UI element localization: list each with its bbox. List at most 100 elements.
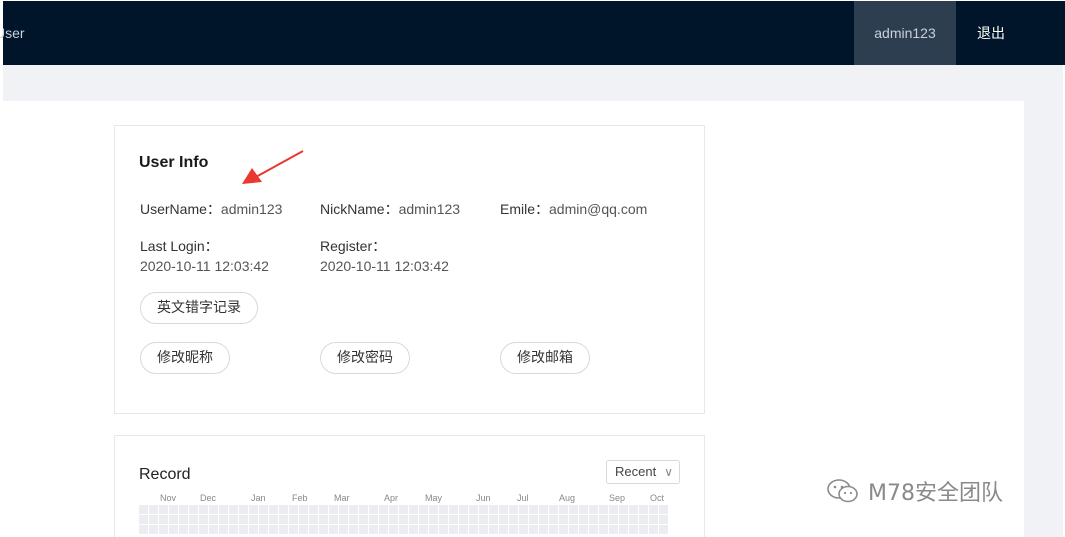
heatmap-cell	[419, 525, 428, 534]
heatmap-cell	[169, 505, 178, 514]
heatmap-cell	[629, 505, 638, 514]
heatmap-cell	[429, 505, 438, 514]
heatmap-cell	[509, 505, 518, 514]
heatmap-cell	[439, 515, 448, 524]
heatmap-cell	[459, 525, 468, 534]
heatmap-cell	[519, 515, 528, 524]
brand-text[interactable]: User	[0, 1, 25, 65]
heatmap-cell	[389, 505, 398, 514]
last-login-label: Last Login：	[140, 238, 219, 254]
logout-button[interactable]: 退出	[956, 1, 1026, 65]
user-info-card: User Info UserName：admin123 NickName：adm…	[114, 125, 705, 414]
heatmap-cell	[259, 525, 268, 534]
heatmap-cell	[419, 505, 428, 514]
chevron-down-icon: ∨	[664, 465, 673, 479]
username-value: admin123	[220, 201, 283, 217]
heatmap-cell	[549, 505, 558, 514]
heatmap-cell	[659, 515, 668, 524]
heatmap-cell	[349, 505, 358, 514]
heatmap-cell	[609, 505, 618, 514]
heatmap-cell	[479, 505, 488, 514]
heatmap-cell	[209, 505, 218, 514]
heatmap-cell	[369, 525, 378, 534]
username-label: UserName：	[140, 201, 221, 217]
heatmap-cell	[229, 505, 238, 514]
register-value: 2020-10-11 12:03:42	[320, 258, 449, 274]
heatmap-cell	[579, 525, 588, 534]
heatmap-cell	[489, 525, 498, 534]
heatmap-cell	[199, 515, 208, 524]
heatmap-cell	[639, 515, 648, 524]
heatmap-cell	[489, 515, 498, 524]
edit-nickname-button[interactable]: 修改昵称	[140, 342, 230, 374]
heatmap-cell	[379, 525, 388, 534]
heatmap-cell	[609, 515, 618, 524]
edit-email-button[interactable]: 修改邮箱	[500, 342, 590, 374]
heatmap-cell	[629, 515, 638, 524]
heatmap-cell	[139, 515, 148, 524]
heatmap-cell	[269, 505, 278, 514]
heatmap-cell	[149, 525, 158, 534]
month-label: Oct	[650, 493, 665, 503]
heatmap-cell	[589, 505, 598, 514]
heatmap-cell	[569, 525, 578, 534]
heatmap-cell	[499, 525, 508, 534]
heatmap-cell	[209, 525, 218, 534]
heatmap-cell	[539, 525, 548, 534]
heatmap-cell	[389, 525, 398, 534]
heatmap-cell	[219, 525, 228, 534]
heatmap-cell	[349, 515, 358, 524]
heatmap-cell	[229, 525, 238, 534]
annotation-arrow-icon	[242, 150, 304, 184]
heatmap-cell	[469, 525, 478, 534]
heatmap-cell	[159, 515, 168, 524]
month-label: Dec	[200, 493, 217, 503]
month-label: Jun	[476, 493, 491, 503]
heatmap-cell	[619, 505, 628, 514]
nav-username[interactable]: admin123	[854, 1, 956, 65]
heatmap-cell	[449, 525, 458, 534]
heatmap-cell	[509, 525, 518, 534]
heatmap-cell	[149, 515, 158, 524]
heatmap-cell	[529, 505, 538, 514]
heatmap-cell	[359, 515, 368, 524]
top-navbar: User admin123 退出	[0, 0, 1065, 65]
heatmap-cell	[179, 505, 188, 514]
heatmap-cell	[599, 525, 608, 534]
heatmap-cell	[459, 515, 468, 524]
heatmap-cell	[429, 525, 438, 534]
heatmap-cell	[239, 525, 248, 534]
navbar-inner: User admin123 退出	[0, 1, 1065, 65]
heatmap-cell	[629, 525, 638, 534]
typo-log-button[interactable]: 英文错字记录	[140, 292, 258, 324]
heatmap-cell	[199, 525, 208, 534]
heatmap-cell	[279, 525, 288, 534]
month-label: May	[425, 493, 443, 503]
heatmap-cell	[419, 515, 428, 524]
heatmap-cell	[409, 505, 418, 514]
heatmap-cell	[359, 525, 368, 534]
username-row: UserName：admin123	[140, 199, 282, 219]
record-range-select[interactable]: Recent ∨	[606, 460, 680, 484]
heatmap-cell	[649, 505, 658, 514]
edit-password-button[interactable]: 修改密码	[320, 342, 410, 374]
heatmap-cell	[239, 515, 248, 524]
heatmap-cell	[449, 505, 458, 514]
email-label: Emile：	[500, 201, 550, 217]
month-label: Jul	[517, 493, 529, 503]
heatmap-cell	[519, 525, 528, 534]
heatmap-cell	[459, 505, 468, 514]
heatmap-cell	[469, 515, 478, 524]
nickname-row: NickName：admin123	[320, 199, 460, 219]
email-row: Emile：admin@qq.com	[500, 199, 647, 219]
heatmap-cell	[529, 525, 538, 534]
heatmap-cell	[369, 505, 378, 514]
heatmap-cell	[289, 505, 298, 514]
watermark-text: M78安全团队	[868, 481, 1003, 506]
heatmap-cell	[199, 505, 208, 514]
heatmap-cell	[319, 505, 328, 514]
heatmap-cell	[599, 515, 608, 524]
heatmap-cell	[179, 525, 188, 534]
heatmap-cell	[659, 525, 668, 534]
heatmap-cell	[639, 505, 648, 514]
